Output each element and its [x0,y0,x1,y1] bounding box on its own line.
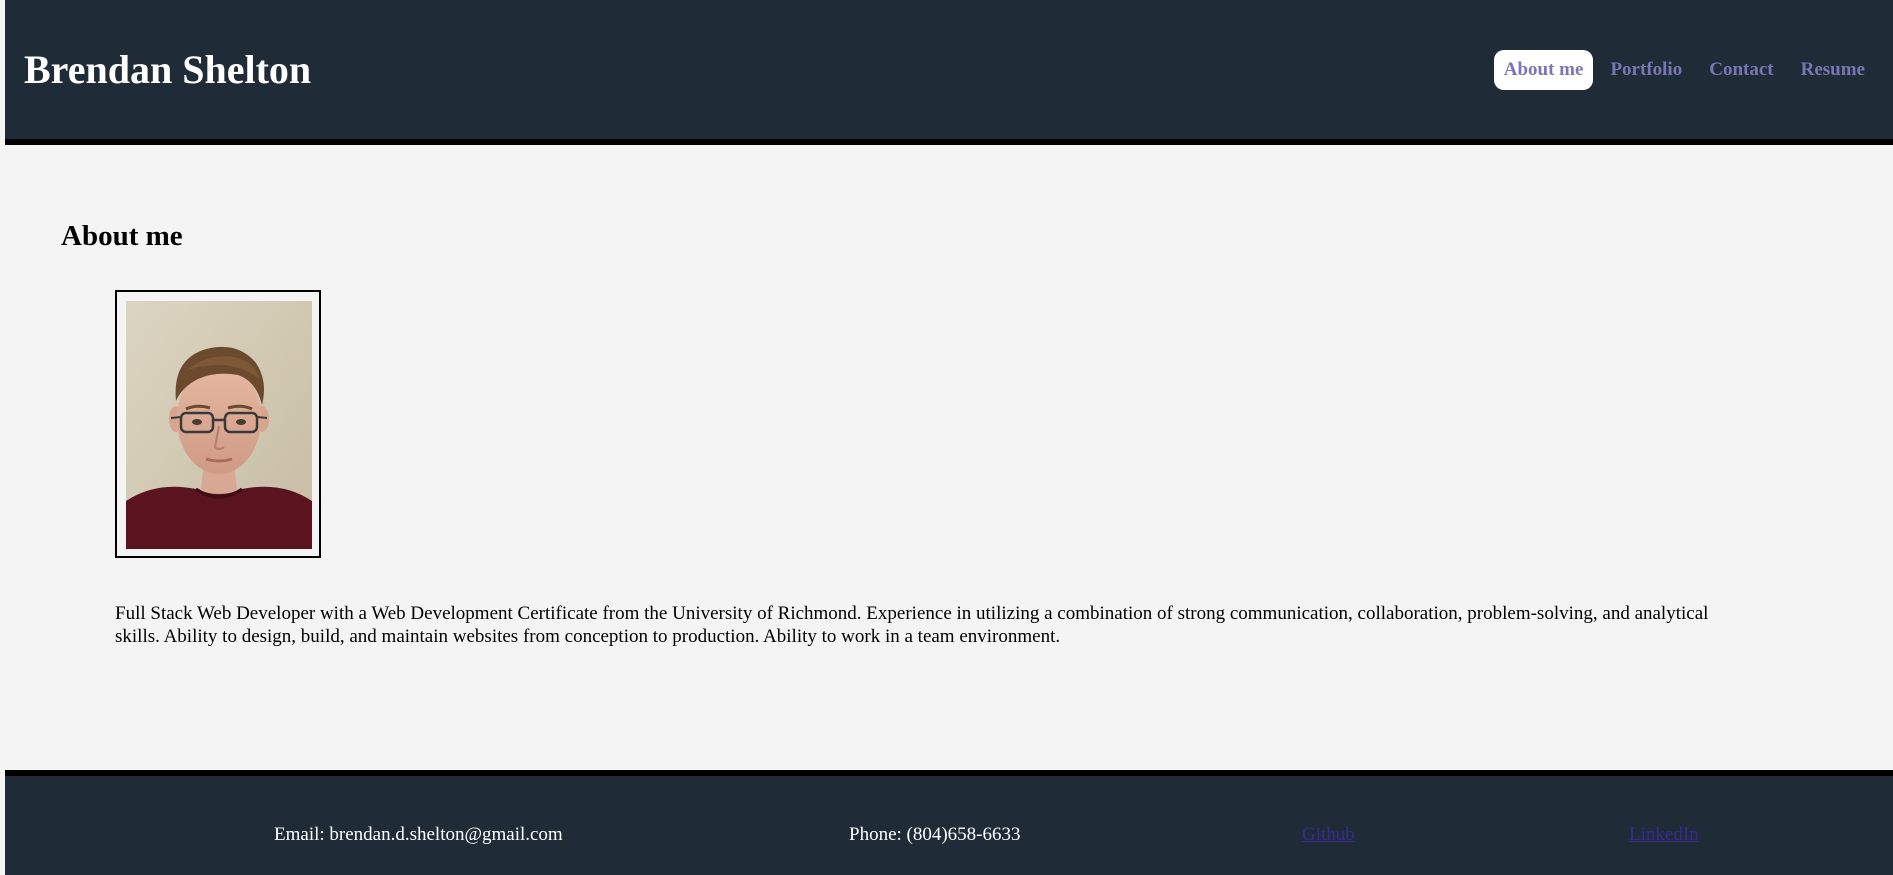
footer-phone: Phone: (804)658-6633 [849,824,1021,845]
site-header: Brendan Shelton About me Portfolio Conta… [5,0,1893,145]
footer-linkedin-link[interactable]: LinkedIn [1629,823,1699,847]
nav-resume[interactable]: Resume [1791,50,1875,90]
site-footer: Email: brendan.d.shelton@gmail.com Phone… [5,770,1893,875]
footer-github-link[interactable]: Github [1302,823,1355,847]
nav-contact[interactable]: Contact [1699,50,1783,90]
bio-paragraph: Full Stack Web Developer with a Web Deve… [115,603,1709,647]
section-title: About me [61,220,183,252]
profile-photo-frame [115,290,321,558]
nav-portfolio[interactable]: Portfolio [1600,50,1692,90]
profile-photo [126,301,312,549]
footer-email: Email: brendan.d.shelton@gmail.com [274,824,563,845]
main-content: About me Full Stack Web Developer with a… [5,145,1893,770]
profile-photo-image [126,301,312,549]
site-title: Brendan Shelton [24,47,312,92]
main-nav: About me Portfolio Contact Resume [1487,50,1875,90]
nav-about-me[interactable]: About me [1493,50,1594,90]
